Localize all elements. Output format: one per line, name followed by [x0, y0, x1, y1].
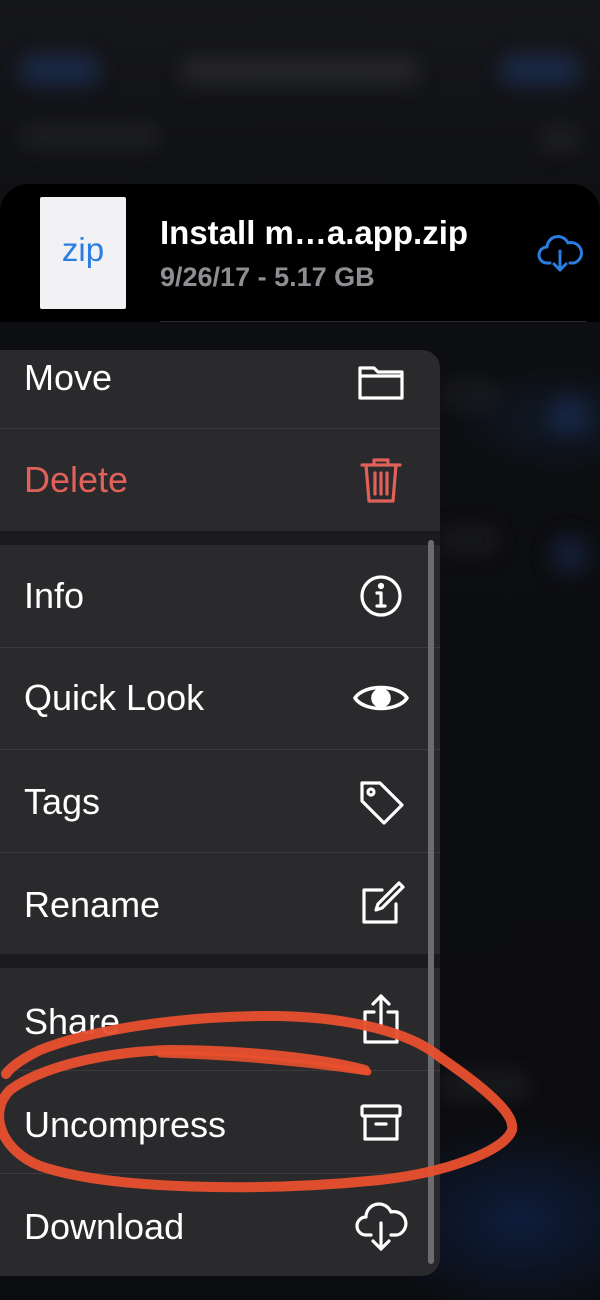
background-blur [440, 380, 500, 410]
menu-item-move[interactable]: Move [0, 350, 440, 428]
menu-item-label: Rename [24, 884, 161, 925]
menu-item-share[interactable]: Share [0, 968, 440, 1070]
file-name: Install m…a.app.zip [160, 214, 469, 251]
folder-icon [352, 352, 410, 410]
background-blur [180, 58, 420, 84]
trash-icon [352, 451, 410, 509]
background-blur [540, 125, 580, 153]
menu-item-label: Share [24, 1001, 121, 1042]
background-blur [550, 395, 590, 435]
menu-item-label: Uncompress [24, 1104, 227, 1145]
menu-group-gap [0, 531, 440, 545]
menu-item-delete[interactable]: Delete [0, 429, 440, 531]
share-icon [352, 990, 410, 1048]
menu-group-gap [0, 954, 440, 968]
menu-item-quick-look[interactable]: Quick Look [0, 648, 440, 749]
info-icon [352, 567, 410, 625]
pencil-square-icon [352, 876, 410, 934]
screen: zip Install m…a.app.zip 9/26/17 - 5.17 G… [0, 0, 600, 1300]
background-blur [550, 535, 590, 575]
card-divider [160, 321, 586, 322]
archive-box-icon [352, 1093, 410, 1151]
file-preview-card: zip Install m…a.app.zip 9/26/17 - 5.17 G… [0, 184, 600, 322]
background-blur [440, 525, 500, 555]
eye-icon [352, 669, 410, 727]
menu-item-label: Move [24, 357, 113, 398]
file-meta: 9/26/17 - 5.17 GB [160, 262, 375, 292]
menu-item-download[interactable]: Download [0, 1174, 440, 1276]
menu-item-label: Tags [24, 781, 101, 822]
menu-item-uncompress[interactable]: Uncompress [0, 1071, 440, 1173]
menu-item-label: Download [24, 1206, 185, 1247]
cloud-download-icon [352, 1197, 410, 1255]
background-blur [440, 1070, 530, 1100]
menu-item-label: Delete [24, 459, 129, 500]
menu-item-rename[interactable]: Rename [0, 853, 440, 954]
menu-item-label: Info [24, 575, 85, 616]
context-menu: Move Delete Info Quick Look Tags Rename … [0, 350, 440, 1276]
menu-scrollbar[interactable] [428, 540, 434, 1264]
menu-item-tags[interactable]: Tags [0, 750, 440, 852]
background-blur [500, 55, 580, 85]
background-blur [20, 55, 100, 85]
cloud-download-icon [537, 235, 583, 272]
tag-icon [352, 773, 410, 831]
menu-item-label: Quick Look [24, 677, 205, 718]
file-thumbnail: zip [40, 197, 126, 309]
cloud-download-button[interactable] [536, 234, 584, 274]
file-type-label: zip [61, 231, 105, 268]
background-blur [20, 125, 160, 149]
menu-item-info[interactable]: Info [0, 545, 440, 647]
